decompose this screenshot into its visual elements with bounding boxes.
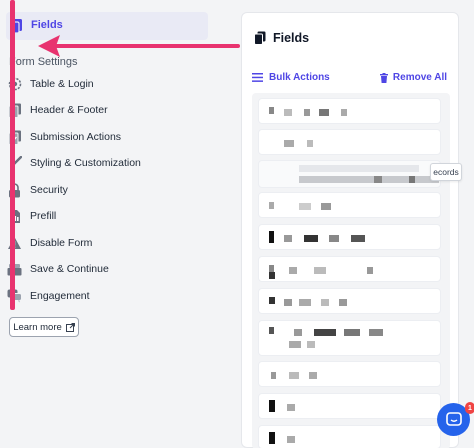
remove-all-label: Remove All xyxy=(392,72,447,83)
sidebar-item-label: Header & Footer xyxy=(30,104,108,116)
fields-panel: Fields Bulk Actions Remove All xyxy=(241,12,459,448)
panel-header: Fields xyxy=(254,31,309,45)
form-settings-sidebar: Fields Form Settings Table & Login Heade… xyxy=(0,0,240,448)
list-item[interactable] xyxy=(258,129,441,155)
annotation-line xyxy=(10,0,15,310)
bulk-actions-label: Bulk Actions xyxy=(269,72,330,83)
sidebar-item-save-continue[interactable]: Save & Continue xyxy=(7,259,207,279)
list-item[interactable] xyxy=(258,98,441,124)
list-item[interactable] xyxy=(258,192,441,218)
external-link-icon xyxy=(65,322,75,332)
sidebar-item-label: Fields xyxy=(31,19,63,31)
sidebar-item-disable-form[interactable]: Disable Form xyxy=(7,233,207,253)
list-item[interactable] xyxy=(258,224,441,250)
sidebar-item-label: Styling & Customization xyxy=(30,157,141,169)
fields-icon xyxy=(254,31,266,45)
sidebar-item-label: Submission Actions xyxy=(30,131,122,143)
chat-icon xyxy=(445,411,462,426)
list-item[interactable] xyxy=(258,160,441,188)
list-item[interactable] xyxy=(258,288,441,314)
tooltip: ecords xyxy=(430,163,462,181)
annotation-arrow xyxy=(38,35,240,57)
sidebar-item-security[interactable]: Security xyxy=(7,180,207,200)
learn-more-button[interactable]: Learn more xyxy=(9,317,79,337)
sidebar-item-table-login[interactable]: Table & Login xyxy=(7,74,207,94)
list-item[interactable] xyxy=(258,425,441,448)
trash-icon xyxy=(379,72,388,83)
list-item[interactable] xyxy=(258,256,441,282)
learn-more-label: Learn more xyxy=(13,321,62,333)
sidebar-item-submission-actions[interactable]: Submission Actions xyxy=(7,127,207,147)
sidebar-item-label: Security xyxy=(30,184,68,196)
sidebar-item-label: Table & Login xyxy=(30,78,94,90)
sidebar-item-label: Disable Form xyxy=(30,237,93,249)
fields-list xyxy=(252,93,450,448)
list-item[interactable] xyxy=(258,393,441,419)
sidebar-item-label: Save & Continue xyxy=(30,263,109,275)
bulk-actions-button[interactable]: Bulk Actions xyxy=(252,72,330,83)
sidebar-item-header-footer[interactable]: Header & Footer xyxy=(7,100,207,120)
notification-badge: 1 xyxy=(465,402,474,414)
sidebar-item-label: Prefill xyxy=(30,210,57,222)
list-item[interactable] xyxy=(258,361,441,387)
panel-title: Fields xyxy=(273,31,310,45)
sidebar-item-label: Engagement xyxy=(30,290,90,302)
remove-all-button[interactable]: Remove All xyxy=(379,72,447,83)
sidebar-item-styling[interactable]: Styling & Customization xyxy=(7,153,207,173)
list-item[interactable] xyxy=(258,320,441,356)
menu-icon xyxy=(252,73,263,82)
sidebar-item-prefill[interactable]: Prefill xyxy=(7,206,207,226)
sidebar-item-engagement[interactable]: Engagement xyxy=(7,286,207,306)
